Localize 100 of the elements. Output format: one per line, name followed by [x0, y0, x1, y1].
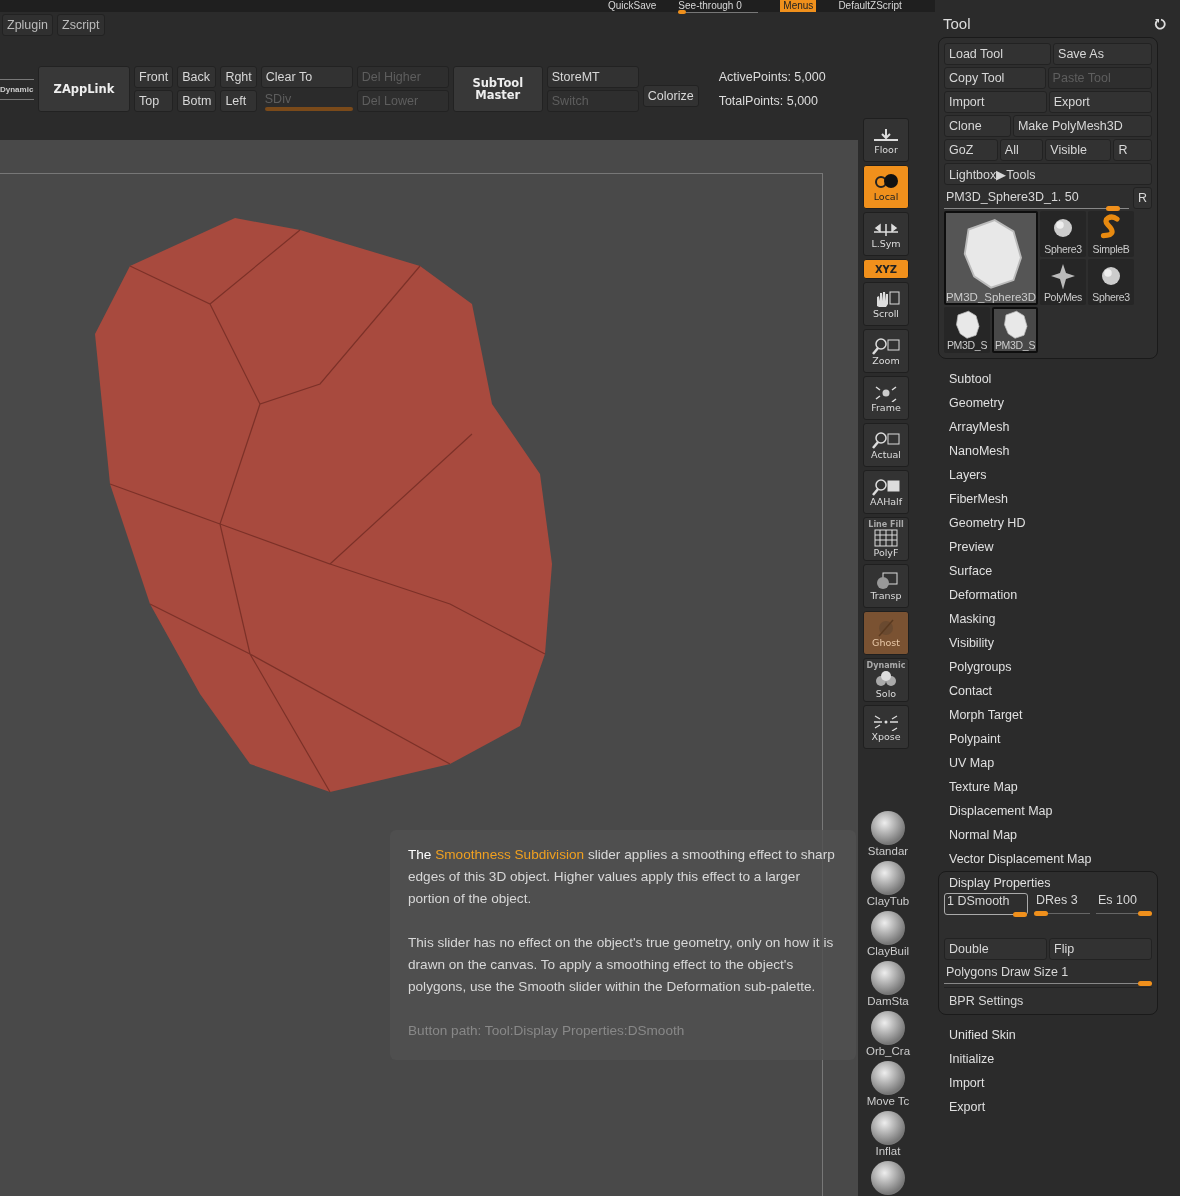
subpalette-item[interactable]: Unified Skin — [949, 1023, 1180, 1047]
storemt-button[interactable]: StoreMT — [546, 66, 639, 88]
menus-toggle[interactable]: Menus — [780, 0, 817, 12]
draw-size-slider[interactable]: Polygons Draw Size 1 — [944, 963, 1152, 984]
menu-button[interactable]: Zplugin — [2, 14, 53, 36]
tool-button[interactable]: Load Tool — [944, 43, 1052, 65]
subpalette-item[interactable]: Visibility — [949, 631, 1180, 655]
tool-button[interactable]: Clone — [944, 115, 1011, 137]
total-points-text: TotalPoints: 5,000 — [718, 94, 819, 108]
button-path-text: Button path: Tool:Display Properties:DSmooth — [408, 1022, 686, 1040]
tool-button[interactable]: Export — [1048, 91, 1152, 113]
property-button[interactable]: Double — [944, 938, 1047, 960]
bpr-settings-item[interactable]: BPR Settings — [944, 987, 1152, 1010]
colorize-button[interactable]: Colorize — [642, 85, 699, 107]
clear-to-button[interactable]: Clear To — [260, 66, 353, 88]
view-button[interactable]: Top — [134, 90, 174, 112]
subpalette-item[interactable]: Geometry — [949, 391, 1180, 415]
tool-button[interactable]: R — [1113, 139, 1152, 161]
view-button[interactable]: Back — [177, 66, 217, 88]
zapplink-button[interactable]: ZAppLink — [38, 66, 130, 112]
lsym-button[interactable]: L.Sym — [863, 212, 909, 256]
tool-thumbnail[interactable]: PM3D_S — [992, 307, 1038, 353]
subpalette-item[interactable]: Layers — [949, 463, 1180, 487]
brush-thumbnail[interactable]: Move Tc — [863, 1061, 913, 1108]
tool-thumbnail[interactable]: PM3D_S — [944, 307, 990, 353]
actual-button[interactable]: Actual — [863, 423, 909, 467]
brush-thumbnail[interactable]: Standar — [863, 811, 913, 858]
menu-label[interactable]: QuickSave — [608, 0, 657, 12]
local-button[interactable]: Local — [863, 165, 909, 209]
subpalette-item[interactable]: Displacement Map — [949, 799, 1180, 823]
reset-button[interactable]: R — [1132, 187, 1152, 209]
subpalette-item[interactable]: NanoMesh — [949, 439, 1180, 463]
polyf-button[interactable]: Line Fill PolyF — [863, 517, 909, 561]
subtool-master-button[interactable]: SubTool Master — [452, 66, 543, 112]
subpalette-item[interactable]: Subtool — [949, 367, 1180, 391]
xpose-button[interactable]: Xpose — [863, 705, 909, 749]
tool-button[interactable]: Lightbox▶Tools — [944, 163, 1152, 185]
tool-thumbnail[interactable]: SimpleB — [1088, 211, 1134, 257]
subpalette-item[interactable]: Preview — [949, 535, 1180, 559]
see-through-slider[interactable]: See-through 0 — [678, 0, 759, 13]
brush-thumbnail[interactable]: Inflat — [863, 1111, 913, 1158]
property-slider[interactable]: DRes 3 — [1034, 893, 1090, 914]
frame-button[interactable]: Frame — [863, 376, 909, 420]
dynamic-button[interactable]: Dynamic — [0, 78, 34, 100]
zoom-button[interactable]: Zoom — [863, 329, 909, 373]
solo-button[interactable]: Dynamic Solo — [863, 658, 909, 702]
subpalette-item[interactable]: Morph Target — [949, 703, 1180, 727]
property-slider[interactable]: 1 DSmooth — [944, 893, 1028, 915]
tool-thumbnail[interactable]: PolyMes — [1040, 259, 1086, 305]
reset-icon[interactable] — [1154, 17, 1166, 30]
property-button[interactable]: Flip — [1049, 938, 1152, 960]
subpalette-item[interactable]: FiberMesh — [949, 487, 1180, 511]
subpalette-item[interactable]: Texture Map — [949, 775, 1180, 799]
subpalette-item[interactable]: Contact — [949, 679, 1180, 703]
brush-sphere-icon[interactable] — [871, 1161, 905, 1195]
subpalette-item[interactable]: ArrayMesh — [949, 415, 1180, 439]
xyz-button[interactable]: XYZ — [863, 259, 909, 279]
aahalf-button[interactable]: AAHalf — [863, 470, 909, 514]
subpalette-item[interactable]: Deformation — [949, 583, 1180, 607]
tool-palette-title: Tool — [943, 15, 971, 32]
subpalette-item[interactable]: Geometry HD — [949, 511, 1180, 535]
view-button[interactable]: Left — [220, 90, 257, 112]
tool-button[interactable]: Visible — [1045, 139, 1112, 161]
subpalette-item[interactable]: Polypaint — [949, 727, 1180, 751]
tool-button[interactable]: Import — [944, 91, 1047, 113]
subpalette-item[interactable]: Vector Displacement Map — [949, 847, 1180, 871]
tool-button[interactable]: GoZ — [944, 139, 998, 161]
tool-button[interactable]: Copy Tool — [944, 67, 1046, 89]
subpalette-item[interactable]: Surface — [949, 559, 1180, 583]
tool-button[interactable]: All — [999, 139, 1044, 161]
transp-button[interactable]: Transp — [863, 564, 909, 608]
view-button[interactable]: Botm — [177, 90, 217, 112]
tool-thumbnail[interactable]: PM3D_Sphere3D — [944, 211, 1038, 305]
active-points-text: ActivePoints: 5,000 — [718, 70, 826, 84]
ghost-button[interactable]: Ghost — [863, 611, 909, 655]
subpalette-item[interactable]: Export — [949, 1095, 1180, 1119]
subpalette-item[interactable]: UV Map — [949, 751, 1180, 775]
brush-thumbnail[interactable]: DamSta — [863, 961, 913, 1008]
brush-thumbnail[interactable]: ClayBuil — [863, 911, 913, 958]
tool-button[interactable]: Save As — [1053, 43, 1152, 65]
subpalette-item[interactable]: Polygroups — [949, 655, 1180, 679]
subpalette-item[interactable]: Initialize — [949, 1047, 1180, 1071]
floor-button[interactable]: Floor — [863, 118, 909, 162]
view-button[interactable]: Front — [134, 66, 174, 88]
subpalette-item[interactable]: Display Properties — [944, 876, 1152, 890]
tool-thumbnail[interactable]: Sphere3 — [1040, 211, 1086, 257]
brush-thumbnail[interactable]: ClayTub — [863, 861, 913, 908]
menu-button[interactable]: Zscript — [57, 14, 105, 36]
brush-thumbnail[interactable]: Orb_Cra — [863, 1011, 913, 1058]
tool-button[interactable]: Make PolyMesh3D — [1012, 115, 1152, 137]
magnifier-icon — [871, 430, 901, 449]
subpalette-item[interactable]: Masking — [949, 607, 1180, 631]
menu-label[interactable]: DefaultZScript — [838, 0, 902, 12]
scroll-button[interactable]: Scroll — [863, 282, 909, 326]
tool-slider[interactable]: PM3D_Sphere3D_1. 50 — [944, 187, 1129, 209]
view-button[interactable]: Rght — [220, 66, 257, 88]
subpalette-item[interactable]: Import — [949, 1071, 1180, 1095]
tool-thumbnail[interactable]: Sphere3 — [1088, 259, 1134, 305]
subpalette-item[interactable]: Normal Map — [949, 823, 1180, 847]
property-slider[interactable]: Es 100 — [1096, 893, 1152, 914]
